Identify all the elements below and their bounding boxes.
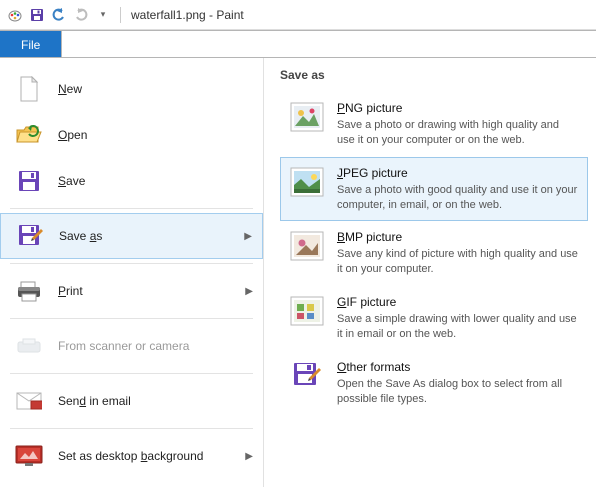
- menu-divider: [10, 208, 253, 209]
- menu-print[interactable]: Print ▶: [0, 268, 263, 314]
- png-picture-icon: [289, 101, 325, 133]
- titlebar: ▾ waterfall1.png - Paint: [0, 0, 596, 30]
- floppy-save-icon: [14, 168, 44, 194]
- other-formats-icon: [289, 360, 325, 392]
- subitem-desc: Save a photo or drawing with high qualit…: [337, 118, 579, 148]
- menu-from-scanner: From scanner or camera: [0, 323, 263, 369]
- quick-access-toolbar: ▾: [6, 6, 125, 24]
- new-file-icon: [14, 76, 44, 102]
- subitem-desc: Save a photo with good quality and use i…: [337, 183, 579, 213]
- menu-label: New: [58, 82, 82, 96]
- menu-label: Open: [58, 128, 87, 142]
- subitem-title: Other formats: [337, 360, 579, 374]
- gif-picture-icon: [289, 295, 325, 327]
- menu-divider: [10, 428, 253, 429]
- subitem-title: GIF picture: [337, 295, 579, 309]
- submenu-header: Save as: [280, 68, 588, 82]
- redo-icon[interactable]: [72, 6, 90, 24]
- menu-label: Print: [58, 284, 83, 298]
- menu-send-email[interactable]: Send in email: [0, 378, 263, 424]
- menu-desktop-background[interactable]: Set as desktop background ▶: [0, 433, 263, 479]
- qat-dropdown-icon[interactable]: ▾: [94, 6, 112, 24]
- submenu-arrow-icon: ▶: [245, 451, 253, 462]
- bmp-picture-icon: [289, 230, 325, 262]
- printer-icon: [14, 278, 44, 304]
- jpeg-picture-icon: [289, 166, 325, 198]
- menu-label: Save as: [59, 229, 102, 243]
- saveas-png[interactable]: PNG picture Save a photo or drawing with…: [280, 92, 588, 157]
- subitem-desc: Save any kind of picture with high quali…: [337, 247, 579, 277]
- subitem-title: JPEG picture: [337, 166, 579, 180]
- menu-save[interactable]: Save: [0, 158, 263, 204]
- qat-separator: [120, 7, 121, 23]
- subitem-desc: Save a simple drawing with lower quality…: [337, 312, 579, 342]
- submenu-arrow-icon: ▶: [245, 286, 253, 297]
- menu-label: Save: [58, 174, 85, 188]
- menu-label: From scanner or camera: [58, 339, 189, 353]
- menu-save-as[interactable]: Save as ▶: [0, 213, 263, 259]
- saveas-bmp[interactable]: BMP picture Save any kind of picture wit…: [280, 221, 588, 286]
- subitem-title: BMP picture: [337, 230, 579, 244]
- ribbon-tabs: File: [0, 30, 596, 58]
- window-title: waterfall1.png - Paint: [131, 8, 244, 22]
- file-menu: New Open Save Save as ▶: [0, 58, 596, 487]
- undo-icon[interactable]: [50, 6, 68, 24]
- desktop-bg-icon: [14, 443, 44, 469]
- file-menu-left: New Open Save Save as ▶: [0, 58, 263, 487]
- menu-divider: [10, 263, 253, 264]
- scanner-icon: [14, 333, 44, 359]
- submenu-arrow-icon: ▶: [244, 231, 252, 242]
- subitem-desc: Open the Save As dialog box to select fr…: [337, 377, 579, 407]
- menu-divider: [10, 373, 253, 374]
- saveas-jpeg[interactable]: JPEG picture Save a photo with good qual…: [280, 157, 588, 222]
- menu-open[interactable]: Open: [0, 112, 263, 158]
- open-folder-icon: [14, 122, 44, 148]
- menu-label: Set as desktop background: [58, 449, 203, 463]
- subitem-title: PNG picture: [337, 101, 579, 115]
- saveas-gif[interactable]: GIF picture Save a simple drawing with l…: [280, 286, 588, 351]
- save-icon[interactable]: [28, 6, 46, 24]
- menu-label: Send in email: [58, 394, 131, 408]
- floppy-saveas-icon: [15, 223, 45, 249]
- file-tab[interactable]: File: [0, 31, 61, 57]
- save-as-submenu: Save as PNG picture Save a photo or draw…: [263, 58, 596, 487]
- menu-divider: [10, 318, 253, 319]
- ribbon-empty: [61, 31, 596, 57]
- menu-new[interactable]: New: [0, 66, 263, 112]
- saveas-other[interactable]: Other formats Open the Save As dialog bo…: [280, 351, 588, 416]
- app-icon: [6, 6, 24, 24]
- email-icon: [14, 388, 44, 414]
